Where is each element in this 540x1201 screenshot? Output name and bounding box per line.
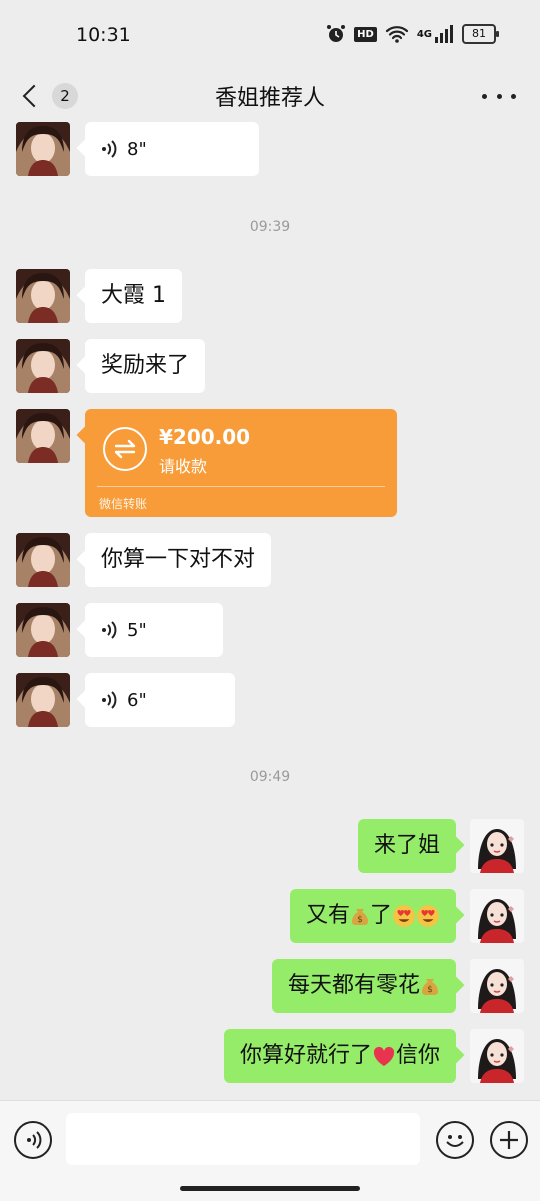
money-bag-icon: [422, 979, 438, 995]
transfer-divider: [97, 486, 385, 487]
network-label: 4G: [416, 28, 432, 40]
transfer-action: 请收款: [159, 457, 208, 476]
timestamp: 09:39: [249, 219, 291, 235]
more-icon-dot: [482, 93, 487, 99]
contact-avatar[interactable]: [16, 409, 70, 463]
contact-avatar[interactable]: [16, 603, 70, 657]
voice-message[interactable]: 8": [85, 122, 259, 176]
signal-icon: [435, 25, 453, 43]
transfer-icon: [103, 427, 147, 471]
text-message[interactable]: 奖励来了: [85, 339, 206, 393]
status-time: 10:31: [76, 24, 131, 46]
heart-eyes-emoji-icon: [417, 905, 439, 927]
my-avatar[interactable]: [470, 819, 524, 873]
chat-messages[interactable]: 8" 09:39 大霞 1 奖励来了 ¥200.00 请收款 微信转账 你算一下…: [0, 122, 540, 1100]
money-bag-icon: [351, 909, 368, 925]
voice-wave-icon: [101, 691, 117, 709]
voice-icon: [26, 1131, 42, 1149]
more-actions-button[interactable]: [490, 1121, 528, 1159]
message-input[interactable]: [66, 1113, 420, 1165]
voice-wave-icon: [101, 140, 117, 158]
battery-icon: 81: [462, 24, 499, 44]
wifi-icon: [385, 26, 408, 43]
more-options-button[interactable]: [482, 82, 516, 110]
heart-eyes-emoji-icon: [393, 905, 415, 927]
contact-avatar[interactable]: [16, 339, 70, 393]
emoji-button[interactable]: [436, 1121, 474, 1159]
transfer-card[interactable]: ¥200.00 请收款 微信转账: [85, 409, 397, 517]
more-icon-dot: [496, 93, 502, 99]
more-icon-dot: [511, 93, 516, 99]
my-avatar[interactable]: [470, 959, 524, 1013]
plus-icon: [500, 1131, 518, 1149]
text-message[interactable]: 来了姐: [357, 819, 456, 873]
text-message[interactable]: 你算一下对不对: [85, 533, 272, 587]
alarm-icon: [327, 25, 346, 42]
page-title: 香姐推荐人: [214, 86, 325, 111]
text-message[interactable]: 每天都有零花: [271, 959, 456, 1013]
text-message[interactable]: 又有了: [289, 889, 456, 943]
transfer-amount: ¥200.00: [159, 425, 251, 449]
text-message[interactable]: 大霞 1: [85, 269, 182, 323]
contact-avatar[interactable]: [16, 122, 70, 176]
status-icons: HD 4G 81: [326, 24, 499, 44]
voice-input-button[interactable]: [14, 1121, 52, 1159]
hd-icon: HD: [354, 26, 377, 42]
my-avatar[interactable]: [470, 1029, 524, 1083]
smiley-icon: [446, 1135, 464, 1147]
input-bar: [0, 1100, 540, 1201]
voice-message[interactable]: 6": [85, 673, 235, 727]
red-heart-icon: [373, 1046, 395, 1066]
contact-avatar[interactable]: [16, 269, 70, 323]
contact-avatar[interactable]: [16, 533, 70, 587]
text-message[interactable]: 你算好就行了 信你: [223, 1029, 456, 1083]
timestamp: 09:49: [249, 769, 291, 785]
status-bar: 10:31 HD 4G 81: [0, 0, 540, 72]
my-avatar[interactable]: [470, 889, 524, 943]
transfer-source: 微信转账: [99, 497, 148, 511]
voice-wave-icon: [101, 621, 117, 639]
home-indicator: [180, 1186, 360, 1191]
chat-header: 2 香姐推荐人: [0, 72, 540, 122]
contact-avatar[interactable]: [16, 673, 70, 727]
voice-message[interactable]: 5": [85, 603, 223, 657]
